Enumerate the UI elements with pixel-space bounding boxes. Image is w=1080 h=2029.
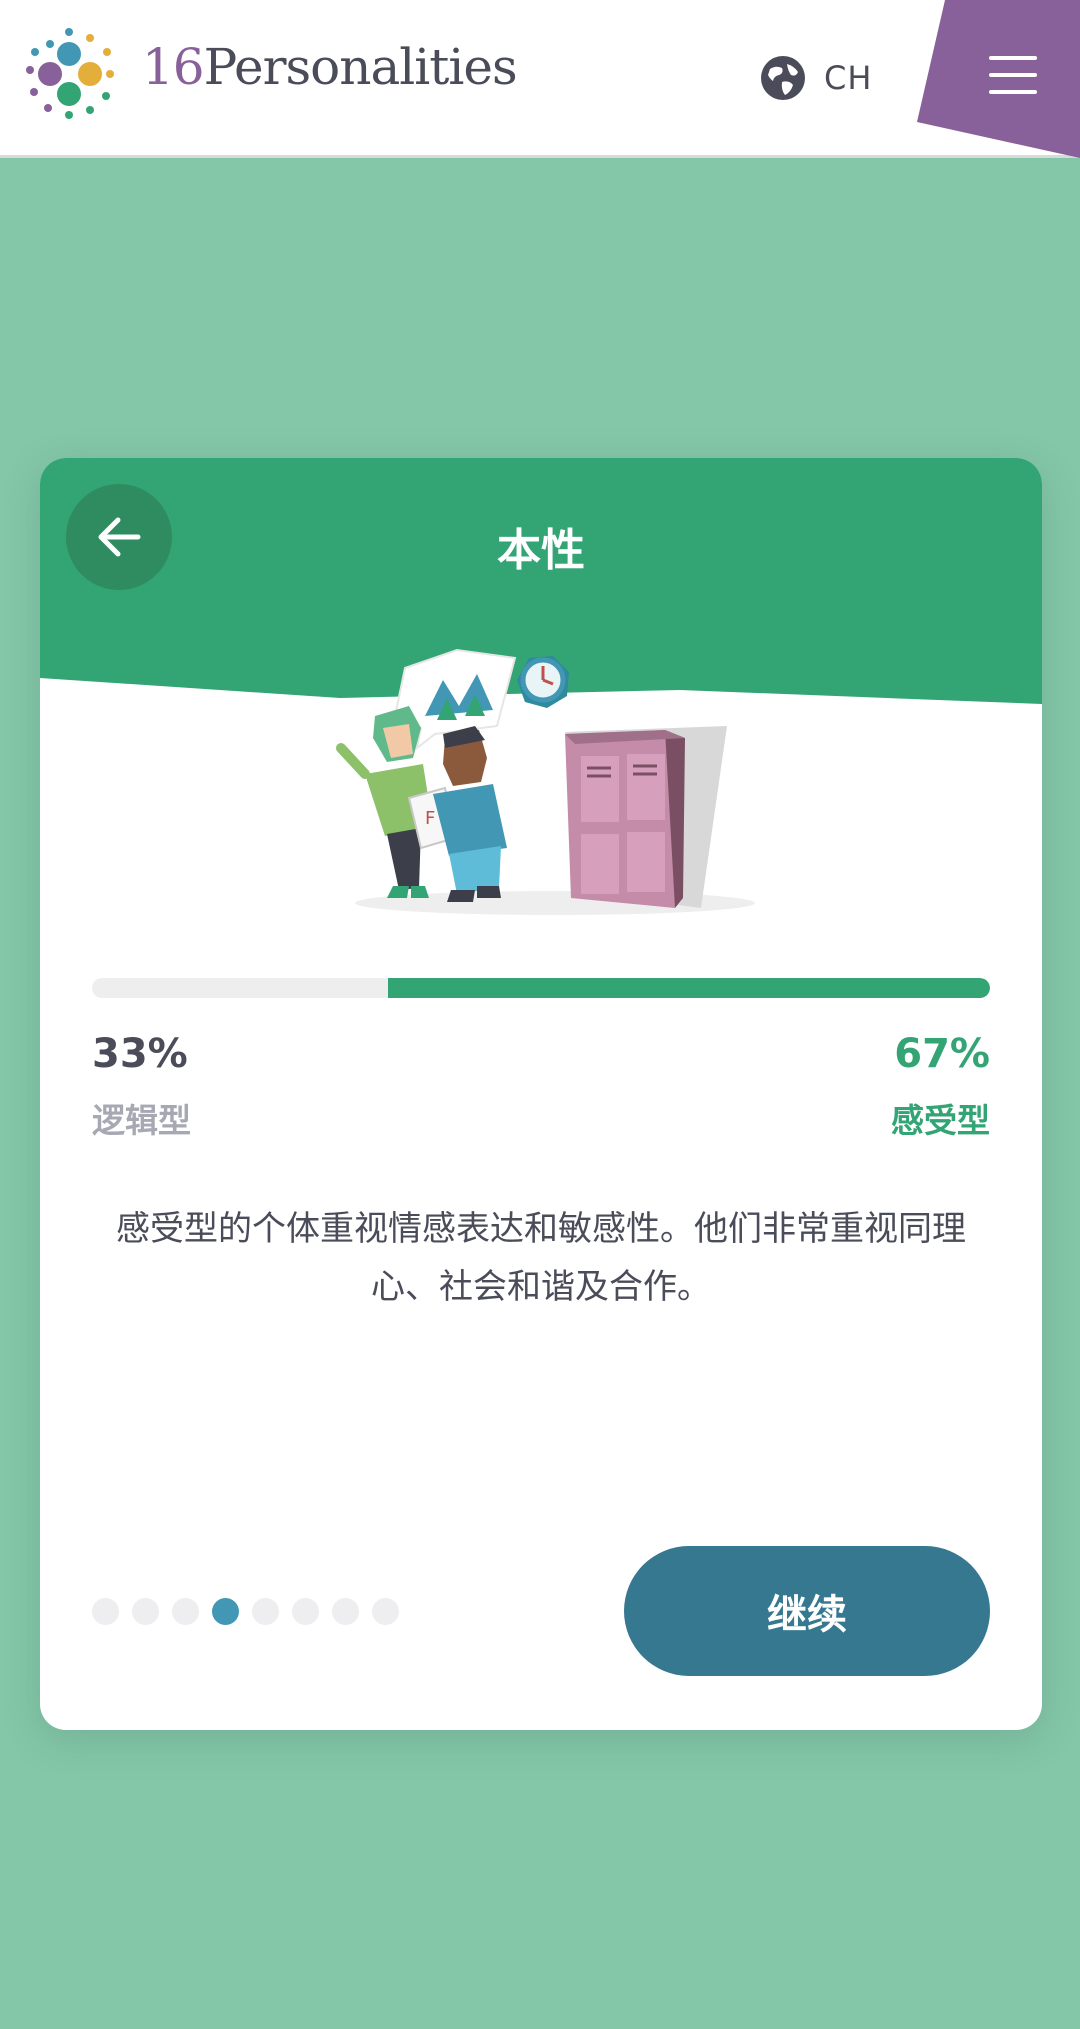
left-trait-percent: 33% — [92, 1031, 188, 1077]
left-trait-label: 逻辑型 — [92, 1101, 191, 1140]
trait-description: 感受型的个体重视情感表达和敏感性。他们非常重视同理心、社会和谐及合作。 — [116, 1209, 966, 1307]
pagination-dot — [252, 1598, 279, 1625]
hamburger-menu-icon — [989, 56, 1037, 96]
question-card: 本性 F 33% 67% 逻辑型 感受型 感受型的个体重视情感表达和敏感性。他们… — [40, 458, 1042, 1730]
language-code: CH — [824, 59, 873, 97]
pagination-dot — [132, 1598, 159, 1625]
pagination-dot — [92, 1598, 119, 1625]
feeling-illustration: F — [336, 648, 755, 915]
brand-name: Personalities — [203, 38, 518, 96]
pagination-dot — [212, 1598, 239, 1625]
brand-wordmark[interactable]: 16Personalities — [142, 38, 518, 96]
logo-icon[interactable] — [22, 22, 132, 132]
brand-number: 16 — [142, 38, 205, 96]
globe-icon — [761, 56, 805, 100]
menu-button[interactable] — [915, 0, 1080, 158]
pagination-dot — [172, 1598, 199, 1625]
right-trait-label: 感受型 — [891, 1101, 990, 1140]
pagination-dot — [292, 1598, 319, 1625]
pagination-dot — [372, 1598, 399, 1625]
right-trait-percent: 67% — [894, 1031, 990, 1077]
trait-progress-bar — [92, 978, 990, 998]
pagination-dot — [332, 1598, 359, 1625]
card-title: 本性 — [497, 525, 585, 576]
svg-text:F: F — [425, 808, 435, 829]
continue-button[interactable]: 继续 — [624, 1546, 990, 1676]
trait-progress-fill — [388, 978, 990, 998]
language-selector[interactable]: CH — [760, 52, 872, 104]
pagination-dots — [92, 1598, 399, 1625]
site-header: 16Personalities CH — [0, 0, 1080, 158]
